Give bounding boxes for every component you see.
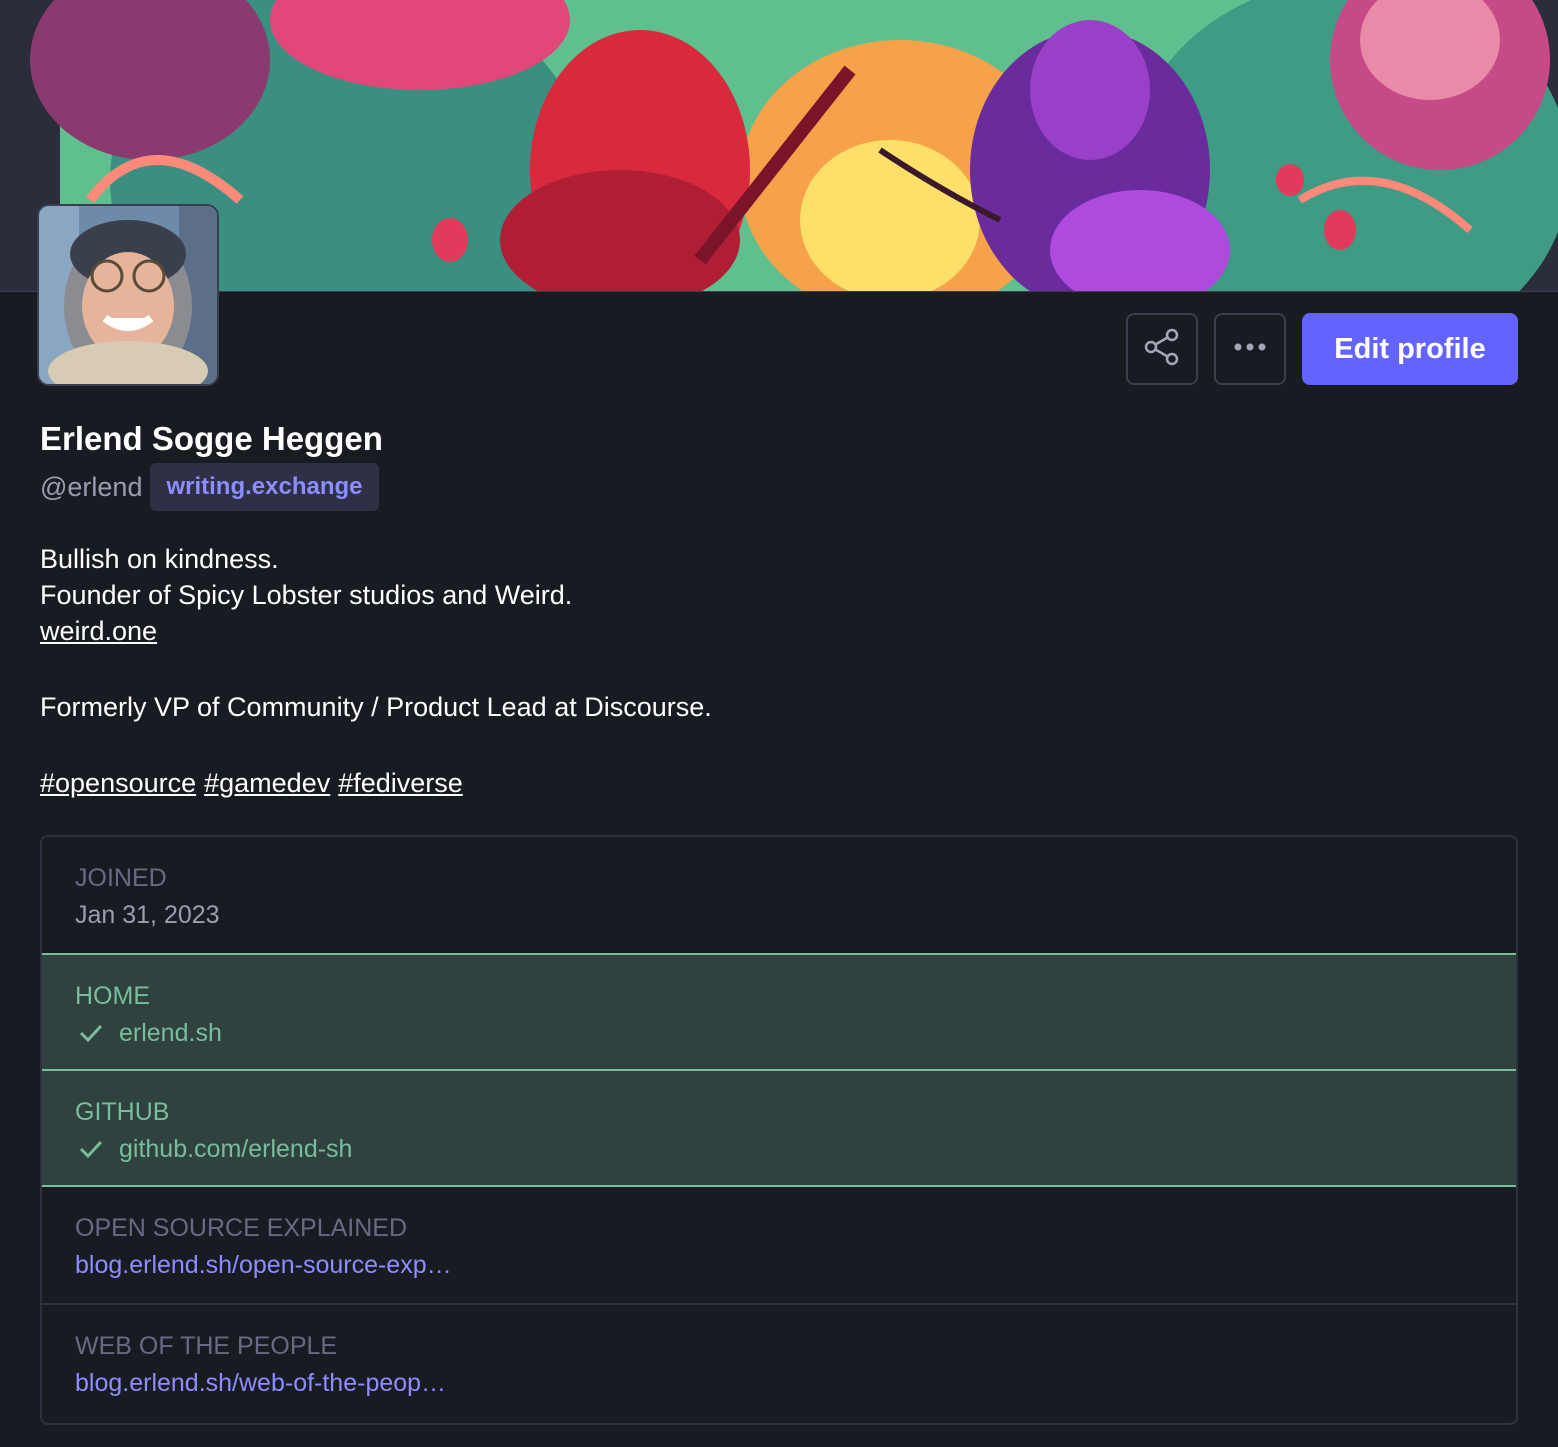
bio-link[interactable]: weird.one: [40, 616, 157, 646]
field-link[interactable]: blog.erlend.sh/open-source-exp…: [75, 1247, 1483, 1283]
profile-header-image: [0, 0, 1558, 292]
field-open-source-explained: OPEN SOURCE EXPLAINED blog.erlend.sh/ope…: [42, 1187, 1516, 1305]
more-options-button[interactable]: [1214, 313, 1286, 385]
account-handle-row: @erlend writing.exchange: [40, 463, 379, 511]
avatar: [37, 204, 219, 386]
field-joined: JOINED Jan 31, 2023: [42, 837, 1516, 955]
more-horizontal-icon: [1230, 327, 1270, 372]
share-button[interactable]: [1126, 313, 1198, 385]
check-icon: [75, 1017, 107, 1049]
display-name: Erlend Sogge Heggen: [40, 420, 383, 457]
bio-line: Formerly VP of Community / Product Lead …: [40, 692, 712, 722]
profile-bio: Bullish on kindness. Founder of Spicy Lo…: [40, 541, 1440, 801]
field-label: HOME: [75, 982, 150, 1010]
field-link[interactable]: github.com/erlend-sh: [119, 1131, 352, 1167]
edit-profile-button[interactable]: Edit profile: [1302, 313, 1518, 385]
hashtag-link[interactable]: #fediverse: [338, 768, 463, 798]
field-link[interactable]: erlend.sh: [119, 1015, 222, 1051]
account-handle: @erlend: [40, 471, 143, 502]
field-web-of-the-people: WEB OF THE PEOPLE blog.erlend.sh/web-of-…: [42, 1305, 1516, 1423]
field-value: Jan 31, 2023: [75, 901, 220, 929]
field-value-row: erlend.sh: [75, 1015, 1483, 1051]
field-label: WEB OF THE PEOPLE: [75, 1332, 338, 1360]
check-icon: [75, 1133, 107, 1165]
field-label: GITHUB: [75, 1098, 170, 1126]
bio-line: Founder of Spicy Lobster studios and Wei…: [40, 580, 573, 610]
profile-page: Edit profile Erlend Sogge Heggen @erlend…: [0, 0, 1558, 1447]
profile-fields: JOINED Jan 31, 2023 HOME erlend.sh GITHU…: [40, 835, 1518, 1425]
bio-line: Bullish on kindness.: [40, 544, 279, 574]
field-link[interactable]: blog.erlend.sh/web-of-the-peop…: [75, 1365, 1483, 1401]
field-value-row: github.com/erlend-sh: [75, 1131, 1483, 1167]
field-label: OPEN SOURCE EXPLAINED: [75, 1214, 408, 1242]
hashtag-list: #opensource #gamedev #fediverse: [40, 765, 1440, 801]
field-github: GITHUB github.com/erlend-sh: [42, 1069, 1516, 1187]
server-domain-badge[interactable]: writing.exchange: [150, 463, 379, 511]
field-label: JOINED: [75, 864, 167, 892]
field-home: HOME erlend.sh: [42, 953, 1516, 1071]
hashtag-link[interactable]: #opensource: [40, 768, 196, 798]
hashtag-link[interactable]: #gamedev: [204, 768, 330, 798]
share-icon: [1142, 327, 1182, 372]
